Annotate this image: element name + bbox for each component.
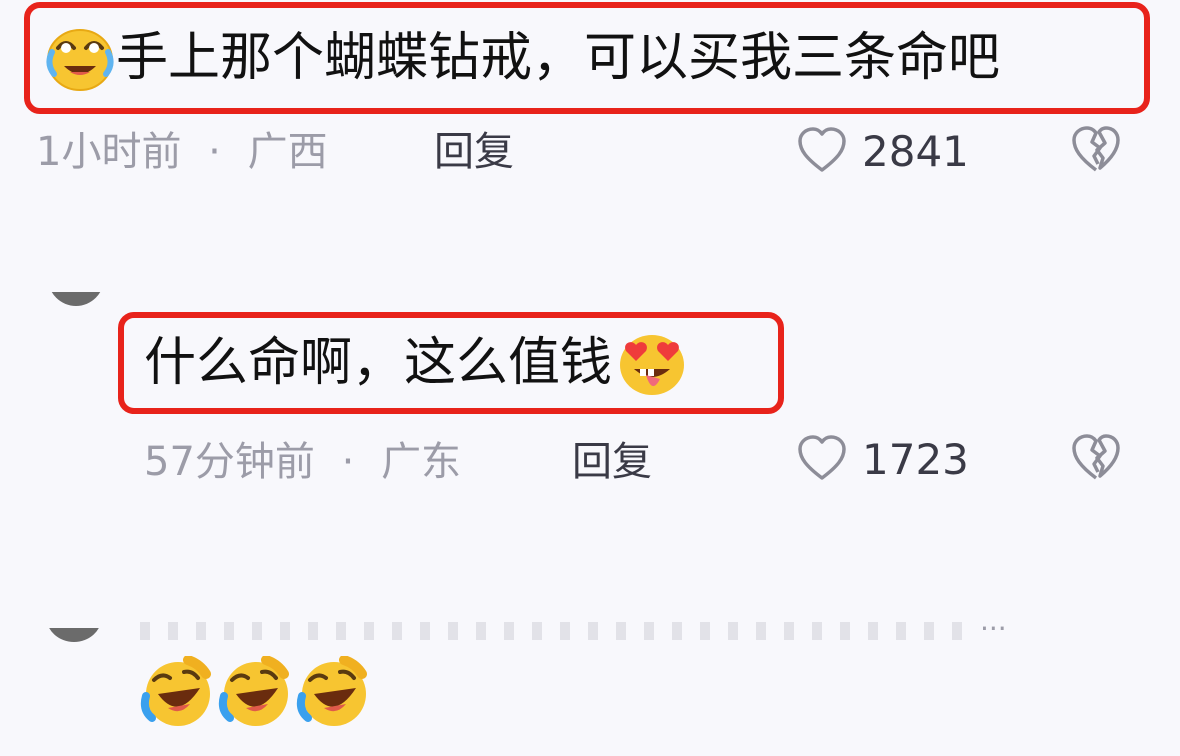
- like-count: 1723: [862, 435, 969, 484]
- blurred-comment-text: [140, 622, 970, 640]
- avatar[interactable]: [48, 292, 104, 306]
- heart-icon: [796, 434, 848, 486]
- comment-time: 57分钟前 · 广东: [144, 442, 461, 482]
- comment-time: 1小时前 · 广西: [36, 132, 328, 172]
- broken-heart-icon[interactable]: [1070, 124, 1122, 178]
- like-count: 2841: [862, 127, 969, 176]
- reply-button[interactable]: 回复: [434, 132, 514, 172]
- reply-button[interactable]: 回复: [572, 442, 652, 482]
- meta-separator: ·: [341, 439, 355, 485]
- heart-eyes-tongue-emoji: [616, 327, 688, 399]
- comment-2-highlight: 什么命啊，这么值钱: [118, 312, 784, 414]
- like-button[interactable]: 2841: [796, 126, 969, 178]
- broken-heart-icon[interactable]: [1070, 432, 1122, 486]
- laughing-crying-emoji: [218, 656, 292, 730]
- like-button[interactable]: 1723: [796, 434, 969, 486]
- comment-1-highlight: 手上那个蝴蝶钻戒，可以买我三条命吧: [24, 2, 1150, 114]
- location: 广东: [381, 439, 462, 485]
- comment-text: 什么命啊，这么值钱: [144, 333, 613, 393]
- laughing-crying-emoji: [140, 656, 214, 730]
- timestamp: 1小时前: [36, 129, 182, 175]
- comment-emoji-row: [140, 656, 370, 730]
- meta-separator: ·: [208, 129, 221, 175]
- comment-text: 手上那个蝴蝶钻戒，可以买我三条命吧: [116, 28, 1001, 88]
- ellipsis: ...: [980, 604, 1007, 637]
- laughing-crying-emoji: [296, 656, 370, 730]
- heart-icon: [796, 126, 848, 178]
- avatar[interactable]: [46, 628, 102, 642]
- location: 广西: [247, 129, 328, 175]
- tears-of-joy-emoji: [44, 22, 116, 94]
- timestamp: 57分钟前: [144, 439, 315, 485]
